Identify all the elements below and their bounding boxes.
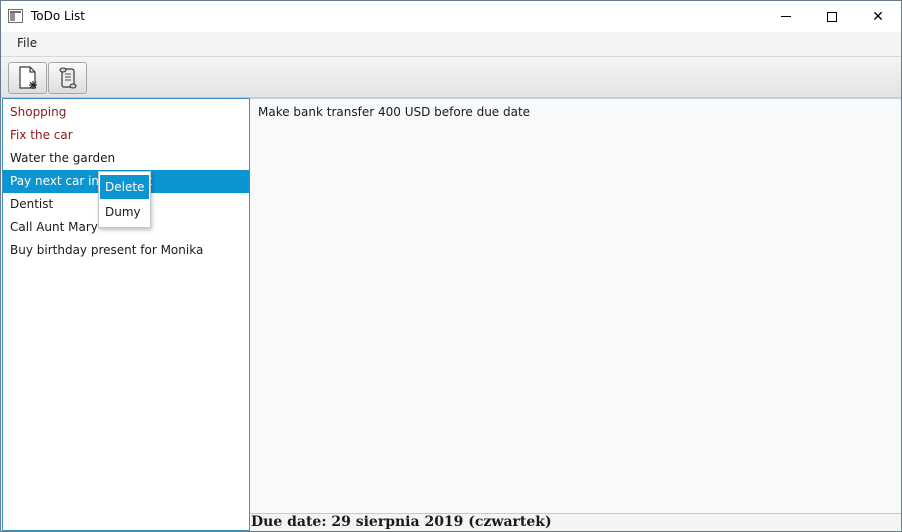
scroll-details-icon bbox=[58, 67, 77, 89]
menu-bar: File bbox=[1, 32, 901, 56]
toolbar bbox=[1, 56, 901, 98]
close-icon: ✕ bbox=[872, 8, 884, 25]
list-item[interactable]: Water the garden bbox=[3, 147, 249, 170]
context-menu: Delete Dumy bbox=[98, 171, 151, 228]
maximize-icon bbox=[827, 11, 837, 22]
new-document-icon bbox=[18, 66, 37, 89]
list-item[interactable]: Buy birthday present for Monika bbox=[3, 239, 249, 262]
maximize-button[interactable] bbox=[809, 1, 855, 32]
app-icon bbox=[8, 9, 23, 23]
minimize-icon bbox=[781, 16, 791, 17]
details-area[interactable]: Make bank transfer 400 USD before due da… bbox=[250, 98, 901, 513]
close-button[interactable]: ✕ bbox=[855, 1, 901, 32]
due-date-label: Due date: 29 sierpnia 2019 (czwartek) bbox=[251, 514, 552, 530]
new-item-button[interactable] bbox=[8, 62, 47, 94]
list-item[interactable]: Fix the car bbox=[3, 124, 249, 147]
list-item[interactable]: Shopping bbox=[3, 101, 249, 124]
todo-list[interactable]: Shopping Fix the car Water the garden Pa… bbox=[2, 98, 250, 531]
dumy-menu-item[interactable]: Dumy bbox=[100, 200, 149, 224]
details-button[interactable] bbox=[48, 62, 87, 94]
menu-file[interactable]: File bbox=[11, 36, 43, 50]
todo-window: ToDo List ✕ File Shopping Fix the car Wa… bbox=[0, 0, 902, 532]
window-title: ToDo List bbox=[31, 9, 86, 23]
delete-menu-item[interactable]: Delete bbox=[100, 175, 149, 199]
title-bar[interactable]: ToDo List ✕ bbox=[1, 1, 901, 32]
details-text: Make bank transfer 400 USD before due da… bbox=[258, 105, 531, 119]
minimize-button[interactable] bbox=[763, 1, 809, 32]
